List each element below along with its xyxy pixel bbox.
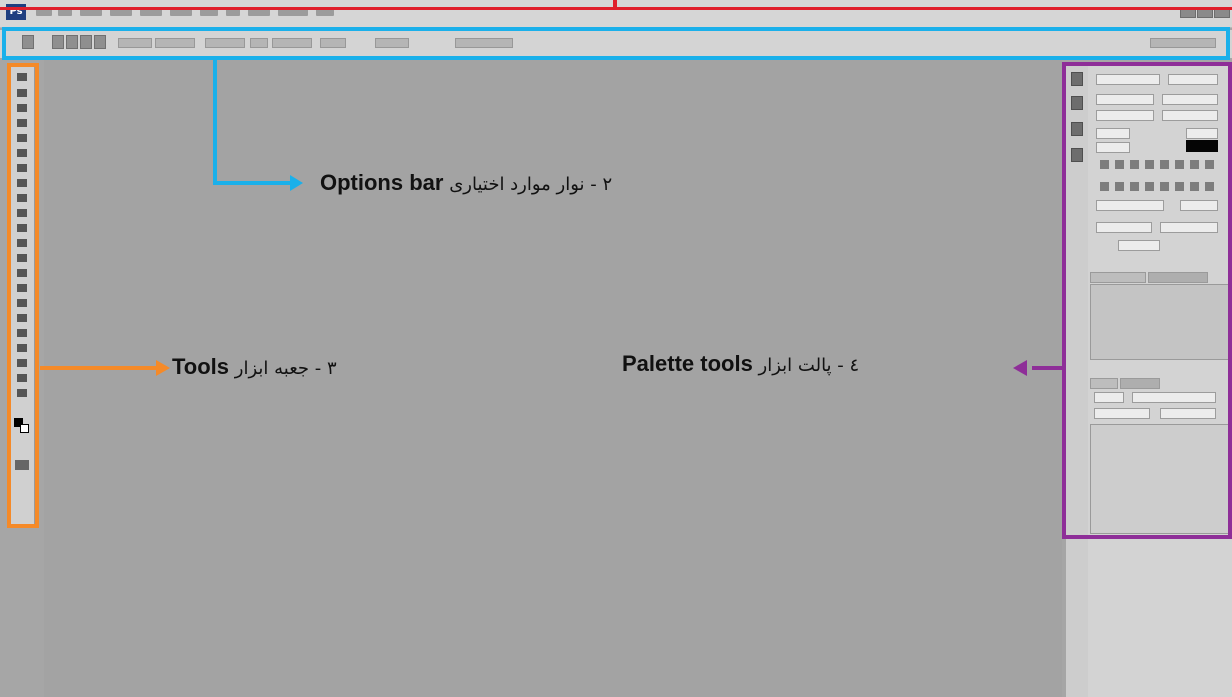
palette-callout-english: Palette tools bbox=[622, 351, 753, 376]
tools-callout-english: Tools bbox=[172, 354, 230, 379]
palette-callout: Palette tools ٤ - پالت ابزار bbox=[622, 351, 859, 379]
tools-callout-persian: ۳ - جعبه ابزار bbox=[234, 358, 337, 379]
palette-callout-persian: ٤ - پالت ابزار bbox=[758, 355, 860, 376]
options-arrow-line bbox=[213, 59, 292, 185]
options-bar-callout-persian: ۲ - نوار موارد اختیاری bbox=[449, 174, 613, 195]
palette-arrowhead bbox=[1013, 360, 1027, 376]
tools-callout: Tools ۳ - جعبه ابزار bbox=[172, 354, 337, 382]
options-bar-callout-english: Options bar bbox=[320, 170, 444, 195]
tools-arrowhead bbox=[156, 360, 170, 376]
options-bar-callout: Options bar ۲ - نوار موارد اختیاری bbox=[320, 170, 612, 198]
annotation-arrows bbox=[40, 59, 1062, 376]
options-arrowhead bbox=[290, 175, 303, 191]
